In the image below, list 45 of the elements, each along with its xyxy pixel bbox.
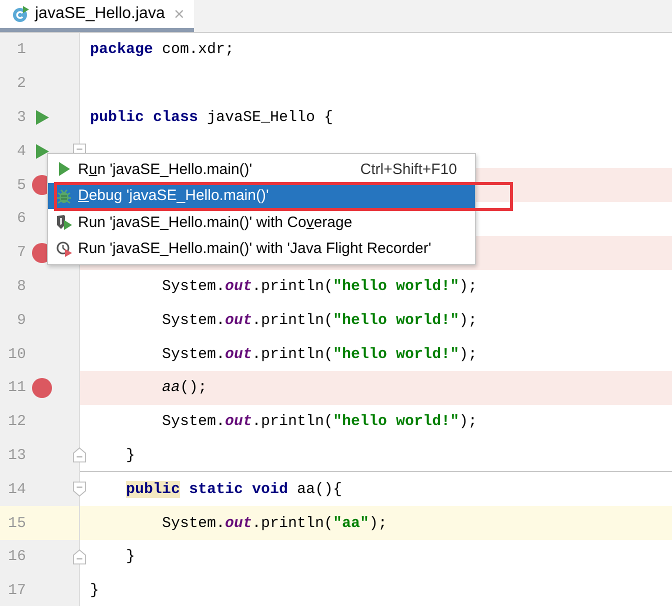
code-line: }	[126, 446, 136, 464]
code-line: package com.xdr;	[90, 41, 234, 58]
line-number: 5	[16, 176, 26, 194]
bug-icon	[56, 188, 72, 204]
code-line: aa();	[162, 379, 208, 396]
run-icon[interactable]	[36, 110, 48, 125]
line-number: 8	[16, 278, 26, 295]
line-number: 11	[6, 379, 26, 396]
run-icon[interactable]	[36, 144, 48, 159]
line-number: 14	[6, 480, 26, 498]
code-line: System.out.println("hello world!");	[162, 413, 478, 430]
line-number: 15	[6, 514, 26, 532]
line-number: 9	[16, 312, 26, 329]
code-line: }	[126, 548, 136, 566]
line-number: 10	[6, 346, 26, 363]
line-number: 12	[6, 413, 26, 430]
breakpoint-icon[interactable]	[32, 378, 52, 398]
clock-run-icon	[56, 240, 72, 257]
menu-item[interactable]: Run 'javaSE_Hello.main()' Ctrl+Shift+F10	[48, 156, 475, 182]
line-number: 16	[6, 548, 26, 566]
line-number: 1	[16, 41, 26, 58]
menu-item[interactable]: Run 'javaSE_Hello.main()' with Coverage	[48, 209, 475, 236]
fold-icon[interactable]	[73, 548, 86, 565]
code-line: System.out.println("hello world!");	[162, 278, 478, 295]
line-number: 2	[16, 75, 26, 92]
line-number: 13	[6, 446, 26, 464]
editor-tab[interactable]: javaSE_Hello.java ×	[0, 0, 194, 32]
code-line: public class javaSE_Hello {	[90, 108, 334, 126]
code-line: System.out.println("aa");	[162, 514, 388, 532]
code-line: System.out.println("hello world!");	[162, 312, 478, 329]
code-line: System.out.println("hello world!");	[162, 346, 478, 363]
code-line: }	[90, 582, 100, 600]
fold-icon[interactable]	[73, 447, 86, 464]
line-number: 4	[16, 142, 26, 160]
shortcut-text: Ctrl+Shift+F10	[360, 160, 457, 178]
line-number: 3	[16, 108, 26, 126]
code-line: public static void aa(){	[126, 480, 342, 498]
line-number: 7	[16, 244, 26, 262]
shield-run-icon	[56, 214, 72, 230]
run-icon	[56, 161, 72, 178]
fold-icon[interactable]	[73, 481, 86, 498]
java-class-icon	[12, 5, 30, 23]
menu-item[interactable]: Run 'javaSE_Hello.main()' with 'Java Flight Recorder'	[48, 236, 475, 262]
line-number: 6	[16, 210, 26, 228]
line-number: 17	[6, 582, 26, 600]
